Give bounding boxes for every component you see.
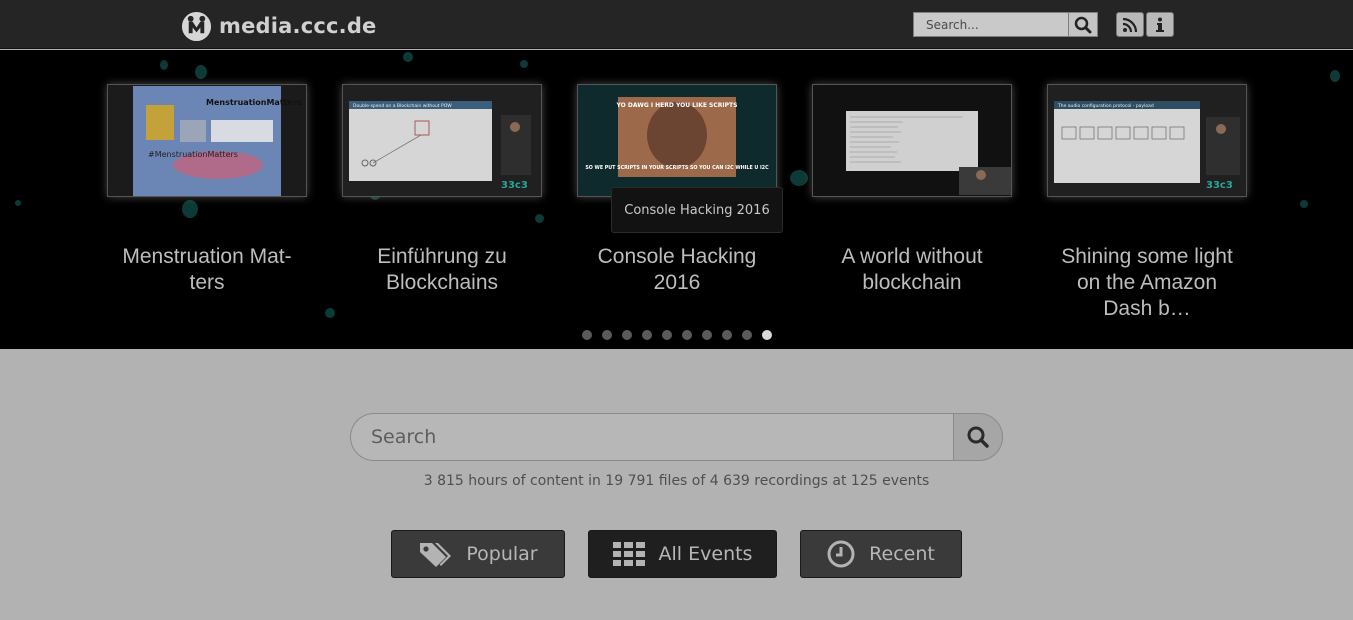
slide-title-line: on the Amazon (1076, 271, 1218, 294)
slide-thumbnail[interactable]: Double-spend on a Blockchain without POW… (342, 84, 542, 197)
thumb-caption: #MenstruationMatters (148, 150, 238, 159)
slide-title[interactable]: Console Hacking 2016 (547, 244, 807, 296)
decor-speck (160, 60, 168, 70)
navbar-search-input[interactable] (913, 12, 1069, 37)
slide-thumbnail-image: YO DAWG I HERD YOU LIKE SCRIPTS SO WE PU… (578, 85, 776, 196)
decor-speck (182, 200, 198, 218)
ccc-logo-icon (181, 11, 212, 41)
slider-pager (582, 330, 772, 340)
decor-speck (403, 52, 413, 62)
slide-title[interactable]: A world without blockchain (782, 244, 1042, 296)
thumb-caption: YO DAWG I HERD YOU LIKE SCRIPTS (616, 102, 738, 109)
slide-thumbnail[interactable]: The audio configuration protocol - paylo… (1047, 84, 1247, 197)
featured-slider: MenstruationMatters #MenstruationMatters… (0, 50, 1353, 349)
decor-speck (790, 170, 808, 186)
pager-dot[interactable] (642, 330, 652, 340)
navbar-search (913, 12, 1098, 37)
grid-icon (612, 542, 645, 566)
popular-button[interactable]: Popular (391, 530, 565, 578)
thumb-caption: Double-spend on a Blockchain without POW (353, 103, 452, 109)
slide-thumbnail-image (813, 85, 1011, 196)
pager-dot[interactable] (682, 330, 692, 340)
content-stats: 3 815 hours of content in 19 791 files o… (423, 473, 930, 489)
decor-speck (1330, 70, 1340, 82)
slide-console-hacking-2016[interactable]: YO DAWG I HERD YOU LIKE SCRIPTS SO WE PU… (577, 84, 777, 294)
slide-title-line: 2016 (653, 271, 701, 294)
popular-button-label: Popular (466, 543, 538, 565)
brand-link[interactable]: media.ccc.de (180, 10, 377, 42)
rss-button[interactable] (1116, 12, 1144, 37)
decor-speck (1300, 200, 1308, 208)
info-icon (1156, 17, 1164, 32)
tags-icon (420, 543, 452, 567)
all-events-button-label: All Events (658, 543, 753, 565)
thumb-caption: SO WE PUT SCRIPTS IN YOUR SCRIPTS SO YOU… (585, 165, 769, 171)
info-button[interactable] (1146, 12, 1174, 37)
brand-text: media.ccc.de (219, 14, 377, 38)
search-icon (1074, 16, 1092, 33)
slide-title[interactable]: Einführung zu Blockchains (312, 244, 572, 296)
slide-world-without-blockchain[interactable]: A world without blockchain (812, 84, 1012, 294)
slide-thumbnail[interactable] (812, 84, 1012, 197)
slide-einfuehrung-blockchains[interactable]: Double-spend on a Blockchain without POW… (342, 84, 542, 294)
pager-dot[interactable] (742, 330, 752, 340)
pager-dot[interactable] (722, 330, 732, 340)
decor-speck (325, 308, 335, 318)
pager-dot[interactable] (602, 330, 612, 340)
slide-thumbnail[interactable]: YO DAWG I HERD YOU LIKE SCRIPTS SO WE PU… (577, 84, 777, 197)
slide-thumbnail-image: The audio configuration protocol - paylo… (1048, 85, 1246, 196)
decor-speck (195, 65, 207, 79)
slide-title-line: blockchain (862, 271, 962, 294)
clock-icon (827, 540, 855, 568)
top-navbar: media.ccc.de (0, 0, 1353, 49)
slide-menstruation-matters[interactable]: MenstruationMatters #MenstruationMatters… (107, 84, 307, 294)
main-search (350, 413, 1003, 461)
slide-title[interactable]: Menstruation Mat- ters (77, 244, 337, 296)
decor-speck (15, 200, 21, 206)
navbar-search-button[interactable] (1069, 12, 1098, 37)
recent-button-label: Recent (869, 543, 935, 565)
main-search-input[interactable] (350, 413, 953, 461)
slide-title-line: Dash b… (1103, 297, 1191, 320)
slide-title-line: A world without (841, 245, 983, 268)
slide-title-line: ters (189, 271, 225, 294)
decor-speck (520, 60, 528, 68)
thumb-caption: MenstruationMatters (206, 98, 302, 107)
slide-thumbnail-image: Double-spend on a Blockchain without POW… (343, 85, 541, 196)
slide-tooltip: Console Hacking 2016 (611, 187, 783, 233)
slide-amazon-dash[interactable]: The audio configuration protocol - paylo… (1047, 84, 1247, 320)
decor-speck (535, 214, 544, 223)
recent-button[interactable]: Recent (800, 530, 962, 578)
slide-title-line: Einführung zu (377, 245, 507, 268)
search-icon (967, 426, 989, 448)
thumb-caption: The audio configuration protocol - paylo… (1057, 103, 1154, 109)
svg-text:33c3: 33c3 (1206, 180, 1233, 191)
main-search-button[interactable] (953, 413, 1003, 461)
slide-thumbnail-image: MenstruationMatters #MenstruationMatters (108, 85, 306, 196)
slide-title-line: Shining some light (1061, 245, 1233, 268)
pager-dot-active[interactable] (762, 330, 772, 340)
pager-dot[interactable] (702, 330, 712, 340)
slide-title-line: Blockchains (385, 271, 499, 294)
rss-icon (1122, 17, 1138, 32)
pager-dot[interactable] (622, 330, 632, 340)
slide-title-line: Console Hacking (597, 245, 757, 268)
slide-title-line: Menstruation Mat- (122, 245, 292, 268)
all-events-button[interactable]: All Events (588, 530, 777, 578)
slide-title[interactable]: Shining some light on the Amazon Dash b… (1017, 244, 1277, 322)
pager-dot[interactable] (662, 330, 672, 340)
pager-dot[interactable] (582, 330, 592, 340)
slide-thumbnail[interactable]: MenstruationMatters #MenstruationMatters (107, 84, 307, 197)
svg-text:33c3: 33c3 (501, 180, 528, 191)
